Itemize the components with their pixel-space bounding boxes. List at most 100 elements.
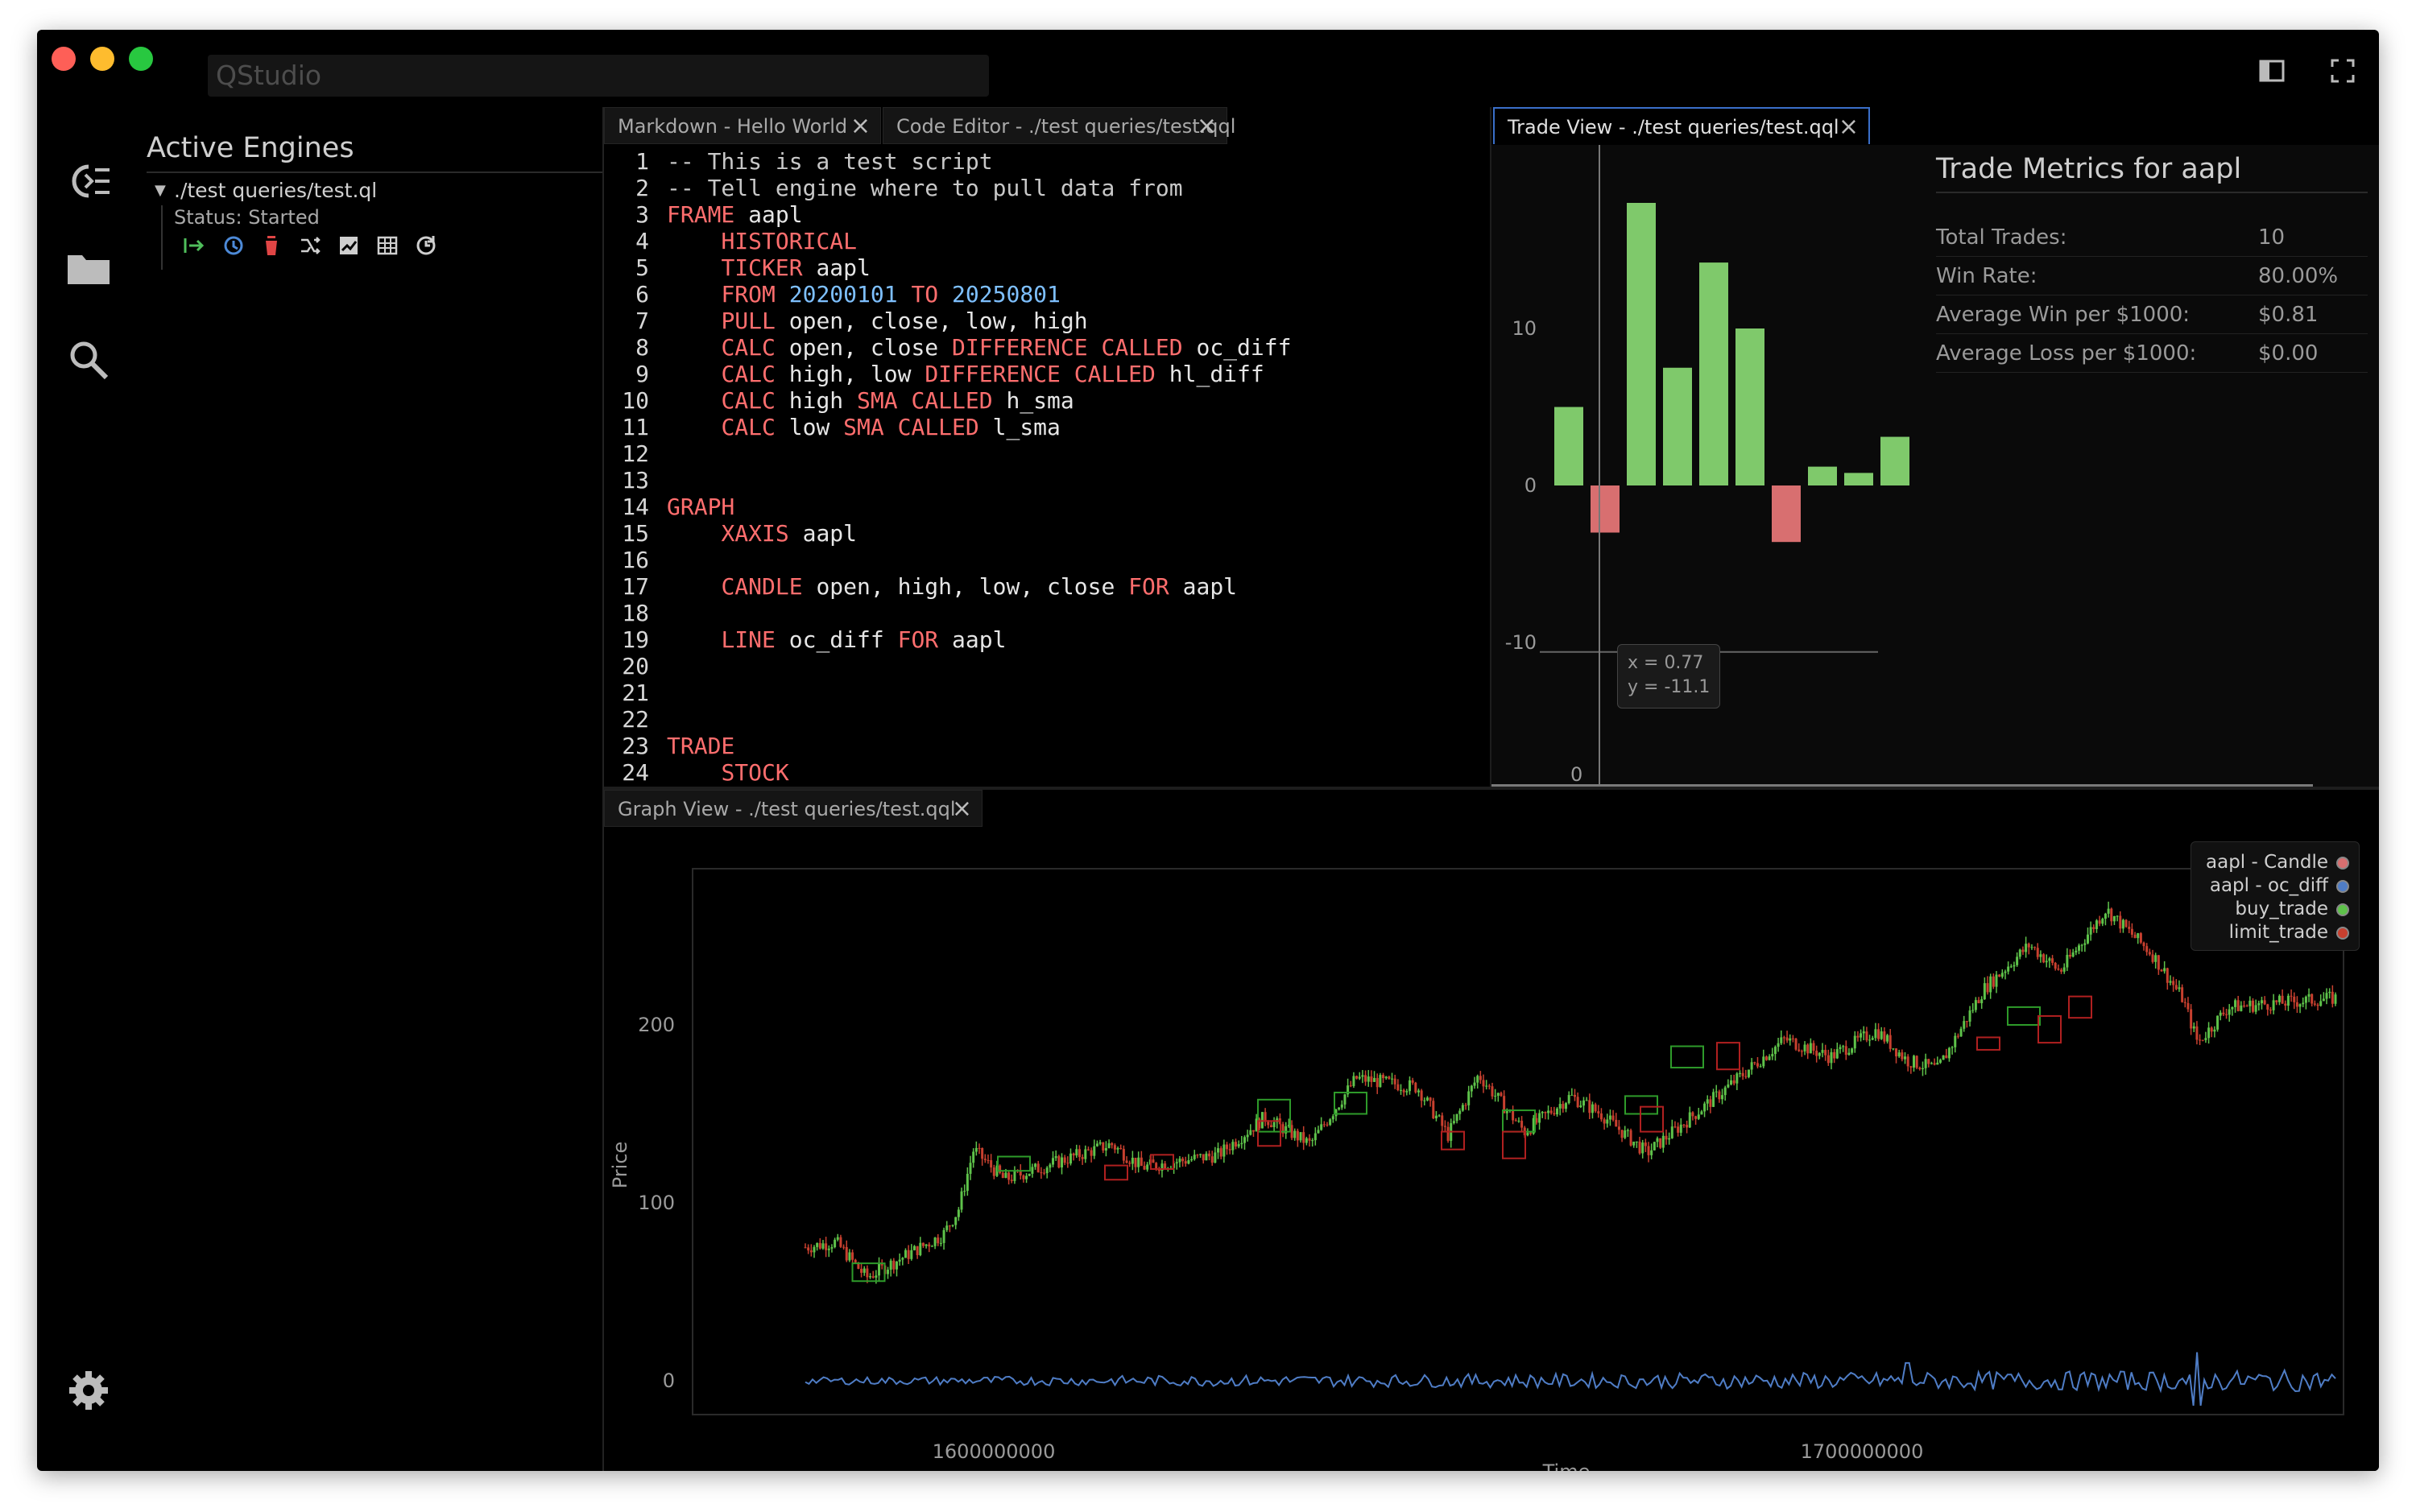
engine-name[interactable]: ./test queries/test.ql: [174, 179, 377, 202]
close-tab-icon[interactable]: ×: [1197, 108, 1217, 145]
candle-body: [2240, 1005, 2243, 1011]
trade-scrollbar[interactable]: [1491, 784, 2313, 787]
candle-body: [1673, 1126, 1677, 1128]
code-text[interactable]: -- This is a test script -- Tell engine w…: [667, 148, 1291, 786]
title-input[interactable]: QStudio: [208, 55, 989, 97]
delete-icon[interactable]: [259, 233, 283, 258]
candle-body: [2231, 1006, 2234, 1010]
x-tick-label: 0: [1570, 763, 1582, 786]
tab-markdown[interactable]: Markdown - Hello World ×: [604, 107, 881, 144]
metric-row-divider: [1936, 372, 2368, 373]
candle-body: [1143, 1166, 1146, 1170]
legend-item[interactable]: buy_trade: [2235, 899, 2349, 919]
candle-body: [2107, 908, 2110, 914]
limit-trade-marker: [2068, 995, 2092, 1019]
candle-body: [1246, 1134, 1249, 1138]
candle-body: [1388, 1076, 1391, 1079]
candle-body: [1930, 1063, 1933, 1064]
candle-body: [1040, 1172, 1043, 1174]
minimize-window-button[interactable]: [90, 47, 114, 71]
candle-body: [1393, 1078, 1396, 1084]
candle-body: [1526, 1132, 1529, 1136]
candle-body: [1780, 1037, 1783, 1043]
y-axis-label: Price: [609, 1142, 631, 1189]
bar: [1808, 466, 1837, 485]
candle-body: [2142, 942, 2145, 947]
code-line: CALC open, close DIFFERENCE CALLED oc_di…: [667, 334, 1291, 361]
candle-body: [1187, 1160, 1190, 1164]
candle-body: [1641, 1142, 1644, 1154]
legend-item[interactable]: aapl - oc_diff: [2210, 875, 2349, 896]
code-token: aapl: [1169, 573, 1238, 600]
candle-body: [1322, 1124, 1326, 1126]
close-tab-icon[interactable]: ×: [952, 791, 972, 828]
tab-code-editor[interactable]: Code Editor - ./test queries/test.qql ×: [883, 107, 1235, 145]
candle-body: [2199, 1039, 2202, 1041]
candle-body: [821, 1243, 825, 1249]
table-icon[interactable]: [375, 233, 399, 258]
code-editor[interactable]: 1 2 3 4 5 6 7 8 9 10 11 12 13 14 15 16 17 18 19 20 21 22 23 24 …: [604, 145, 1490, 789]
history-icon[interactable]: [221, 233, 245, 258]
branch-icon[interactable]: [298, 233, 322, 258]
candle-body: [1606, 1119, 1609, 1124]
candle-body: [1269, 1125, 1272, 1128]
close-tab-icon[interactable]: ×: [1839, 109, 1859, 146]
candle-body: [1538, 1113, 1541, 1123]
candle-body: [2098, 920, 2101, 924]
run-icon[interactable]: [182, 233, 206, 258]
legend-item[interactable]: aapl - Candle: [2206, 852, 2349, 873]
candle-body: [2263, 1000, 2266, 1005]
candle-body: [1824, 1050, 1827, 1056]
candle-body: [1629, 1130, 1632, 1146]
candle-body: [1237, 1144, 1240, 1147]
search-icon[interactable]: [64, 336, 113, 384]
candle-body: [1075, 1149, 1078, 1156]
tab-graph-view[interactable]: Graph View - ./test queries/test.qql ×: [604, 790, 983, 827]
legend-item[interactable]: limit_trade: [2229, 922, 2349, 943]
candle-body: [1541, 1112, 1544, 1113]
tab-code-editor-label: Code Editor - ./test queries/test.qql: [896, 115, 1236, 138]
candle-body: [1638, 1141, 1641, 1154]
candle-body: [2290, 995, 2293, 997]
code-token: FOR: [897, 626, 939, 653]
chart-icon[interactable]: [337, 233, 361, 258]
limit-trade-marker: [1976, 1036, 2000, 1051]
candle-body: [1231, 1142, 1235, 1151]
candle-body: [1205, 1153, 1208, 1161]
candle-body: [942, 1229, 945, 1243]
candle-body: [2151, 954, 2154, 962]
code-line: -- Tell engine where to pull data from: [667, 175, 1291, 201]
toggle-sidebar-icon[interactable]: [2258, 57, 2286, 85]
candle-body: [2000, 973, 2004, 977]
code-token: TRADE: [667, 733, 735, 759]
close-tab-icon[interactable]: ×: [850, 108, 871, 145]
metric-label: Total Trades:: [1936, 225, 2067, 250]
expand-arrow-icon[interactable]: ▼: [155, 182, 166, 199]
refresh-icon[interactable]: [414, 233, 438, 258]
candle-body: [1901, 1052, 1904, 1060]
close-window-button[interactable]: [52, 47, 76, 71]
folder-icon[interactable]: [64, 246, 113, 294]
line-numbers: 1 2 3 4 5 6 7 8 9 10 11 12 13 14 15 16 17 18 19 20 21 22 23 24: [604, 148, 649, 786]
fullscreen-icon[interactable]: [2329, 57, 2356, 85]
code-token: high, low: [775, 361, 925, 387]
editor-split[interactable]: [1490, 107, 1491, 789]
tab-trade-view[interactable]: Trade View - ./test queries/test.qql ×: [1493, 107, 1870, 144]
code-token: PULL: [721, 308, 776, 334]
candle-body: [933, 1237, 937, 1246]
candle-body: [2160, 969, 2163, 972]
candle-body: [1626, 1130, 1629, 1131]
zoom-window-button[interactable]: [129, 47, 153, 71]
settings-gear-icon[interactable]: [64, 1366, 113, 1415]
candle-body: [1803, 1044, 1806, 1051]
candle-body: [839, 1237, 842, 1247]
candle-body: [1558, 1104, 1562, 1109]
candle-body: [1069, 1153, 1072, 1164]
candle-body: [2092, 927, 2095, 929]
active-engines-icon[interactable]: [64, 157, 113, 205]
y-tick-label: 0: [663, 1369, 675, 1392]
candle-body: [2104, 913, 2107, 919]
